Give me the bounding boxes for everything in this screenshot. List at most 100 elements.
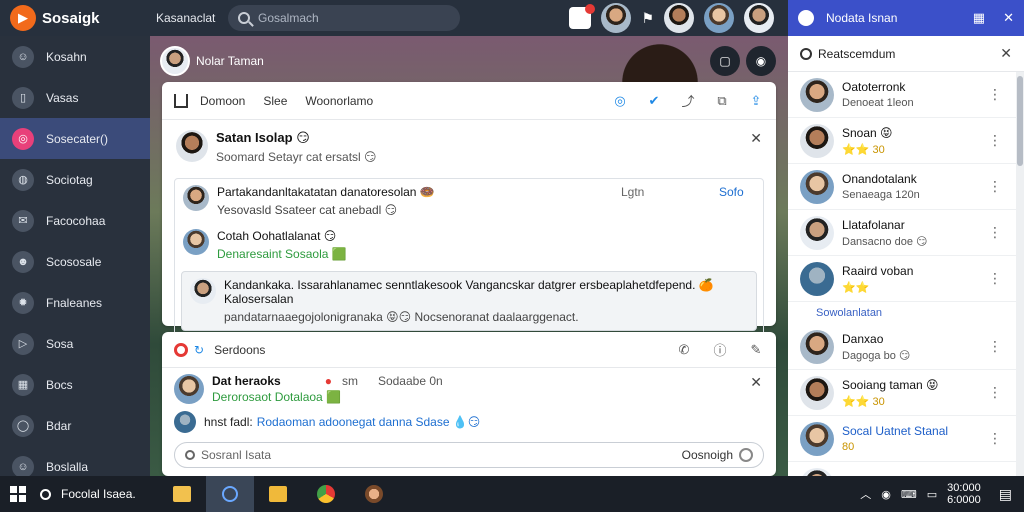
sidebar-item-5[interactable]: ☻ Scososale [0, 241, 150, 282]
list-item[interactable]: Cotah Oohatlalanat 😏 Denaresaint Sosaola … [175, 223, 763, 267]
contact-item[interactable]: Snoan 😝 ⭐⭐ 30 ⋮ [788, 118, 1024, 164]
message-subtext: Denaresaint Sosaola 🟩 [217, 247, 347, 261]
contact-item[interactable]: Socal Uatnet Stanal 80 ⋮ [788, 416, 1024, 462]
contact-item[interactable]: Sooiang taman 😝 ⭐⭐ 30 ⋮ [788, 370, 1024, 416]
network-icon[interactable]: ◉ [881, 488, 891, 501]
list-item[interactable]: Kandankaka. Issarahlanamec senntlakesook… [181, 271, 757, 331]
info-icon[interactable]: ⓘ [712, 342, 728, 358]
more-icon[interactable]: ⋮ [988, 338, 1002, 355]
avatar [800, 215, 834, 250]
reply-link[interactable]: Rodaoman adoonegat danna Sdase 💧😏 [257, 415, 481, 429]
avatar[interactable] [704, 3, 734, 33]
post-toolbar: Domoon Slee Woonorlamo ◎ ✔ ⤴ ⧉ ⇪ [162, 82, 776, 120]
globe-icon: ◍ [12, 168, 34, 191]
sidebar-item-label: Sosa [46, 336, 74, 351]
target-icon: ◎ [12, 127, 34, 150]
sidebar-item-7[interactable]: ▷ Sosa [0, 323, 150, 364]
avatar[interactable] [176, 130, 208, 162]
taskbar-app-chrome[interactable] [302, 476, 350, 512]
close-icon[interactable]: ✕ [1000, 45, 1012, 62]
compose-button[interactable]: Oosnoigh [682, 448, 753, 462]
more-icon[interactable]: ⋮ [988, 430, 1002, 447]
taskbar-app-explorer[interactable] [254, 476, 302, 512]
taskbar-search-text: Focolal Isaea. [61, 487, 136, 501]
list-item[interactable]: Partakandanltakatatan danatoresolan 🍩 Yes… [175, 179, 763, 223]
keyboard-icon[interactable]: ⌨ [901, 488, 917, 501]
avatar [160, 46, 190, 76]
more-icon[interactable]: ⋮ [988, 270, 1002, 287]
close-icon[interactable]: ✕ [750, 374, 762, 391]
sidebar-item-8[interactable]: ▦ Bocs [0, 364, 150, 405]
toolbar-item[interactable]: Domoon [200, 94, 245, 108]
contact-item[interactable]: Danxao Dagoga bo 😏 ⋮ [788, 324, 1024, 370]
sidebar-item-0[interactable]: ☺ Kosahn [0, 36, 150, 77]
taskbar-app-folder[interactable] [158, 476, 206, 512]
avatar[interactable] [174, 374, 204, 404]
more-icon[interactable]: ⋮ [988, 384, 1002, 401]
reply-row[interactable]: hnst fadl: Rodaoman adoonegat danna Sdas… [174, 410, 764, 434]
taskbar-app-social[interactable] [350, 476, 398, 512]
toolbar-item[interactable]: Slee [263, 94, 287, 108]
check-icon[interactable]: ✔ [646, 93, 662, 109]
flag-icon[interactable]: ⚑ [641, 10, 654, 27]
upload-icon[interactable]: ⇪ [748, 93, 764, 109]
avatar [800, 169, 834, 204]
more-icon[interactable]: ⋮ [988, 178, 1002, 195]
edit-icon[interactable]: ✎ [748, 342, 764, 358]
toolbar-item[interactable]: Woonorlamo [305, 94, 373, 108]
start-icon[interactable] [10, 486, 26, 502]
message-meta[interactable]: Sofo [719, 185, 744, 199]
image-icon[interactable]: ⧉ [714, 93, 730, 109]
more-icon[interactable]: ⋮ [988, 86, 1002, 103]
sidebar-item-1[interactable]: ▯ Vasas [0, 77, 150, 118]
search-input[interactable]: Gosalmach [228, 5, 460, 31]
sidebar-item-9[interactable]: ◯ Bdar [0, 405, 150, 446]
avatar[interactable] [664, 3, 694, 33]
sidebar-item-6[interactable]: ✹ Fnaleanes [0, 282, 150, 323]
contact-item[interactable]: Raaird voban ⭐⭐ ⋮ [788, 256, 1024, 302]
sidebar-item-2[interactable]: ◎ Sosecater() [0, 118, 150, 159]
refresh-icon[interactable]: ↻ [194, 343, 204, 357]
taskbar-app-cortana[interactable] [206, 476, 254, 512]
more-icon[interactable]: ⋮ [988, 224, 1002, 241]
scrollbar[interactable] [1016, 72, 1024, 512]
scene-user-chip[interactable]: Nolar Taman [160, 46, 264, 76]
compose-input[interactable]: Sosranl Isata Oosnoigh [174, 442, 764, 468]
section-header: ↻ Serdoons ✆ ⓘ ✎ [162, 332, 776, 368]
sidebar-item-4[interactable]: ✉ Facocohaa [0, 200, 150, 241]
compose-button-label: Oosnoigh [681, 448, 733, 462]
avatar[interactable] [744, 3, 774, 33]
contact-item[interactable]: Onandotalank Senaeaga 120n ⋮ [788, 164, 1024, 210]
circle-icon: ◯ [12, 414, 34, 437]
contact-item[interactable]: Oatoterronk Denoeat 1leon ⋮ [788, 72, 1024, 118]
taskbar-search[interactable]: Focolal Isaea. [40, 487, 158, 501]
heart-icon[interactable]: ● [325, 374, 332, 388]
contact-item[interactable]: Llatafolanar Dansacno doe 😏 ⋮ [788, 210, 1024, 256]
home-icon[interactable] [174, 93, 188, 108]
chrome-icon [317, 485, 335, 503]
clock[interactable]: 30:000 6:0000 [947, 482, 981, 506]
ring-icon [739, 448, 753, 462]
more-icon[interactable]: ⋮ [988, 132, 1002, 149]
record-icon[interactable] [174, 342, 188, 357]
grid-icon[interactable]: ▦ [973, 10, 985, 26]
share-icon[interactable]: ⤴ [680, 93, 696, 109]
notification-center-icon[interactable]: ▤ [999, 486, 1012, 503]
notification-icon[interactable] [569, 4, 596, 29]
phone-icon[interactable]: ✆ [676, 342, 692, 358]
settings-icon[interactable]: ◉ [746, 46, 776, 76]
close-icon[interactable]: ✕ [750, 130, 762, 147]
avatar [800, 329, 834, 364]
record-icon[interactable]: ◎ [612, 93, 628, 109]
battery-icon[interactable]: ▭ [927, 488, 937, 501]
sidebar-item-3[interactable]: ◍ Sociotag [0, 159, 150, 200]
window-icon[interactable]: ▢ [710, 46, 740, 76]
message-text: Partakandanltakatatan danatoresolan 🍩 [217, 185, 435, 199]
close-icon[interactable]: ✕ [1003, 10, 1014, 26]
app-name: Sosaigk [42, 9, 100, 27]
app-logo[interactable]: ▶ Sosaigk [10, 5, 150, 31]
avatar[interactable] [601, 3, 632, 33]
scrollbar-thumb[interactable] [1017, 76, 1023, 166]
chat-panel-subtitle: Reatscemdum [818, 46, 896, 61]
chevron-up-icon[interactable]: ︿ [860, 486, 871, 502]
